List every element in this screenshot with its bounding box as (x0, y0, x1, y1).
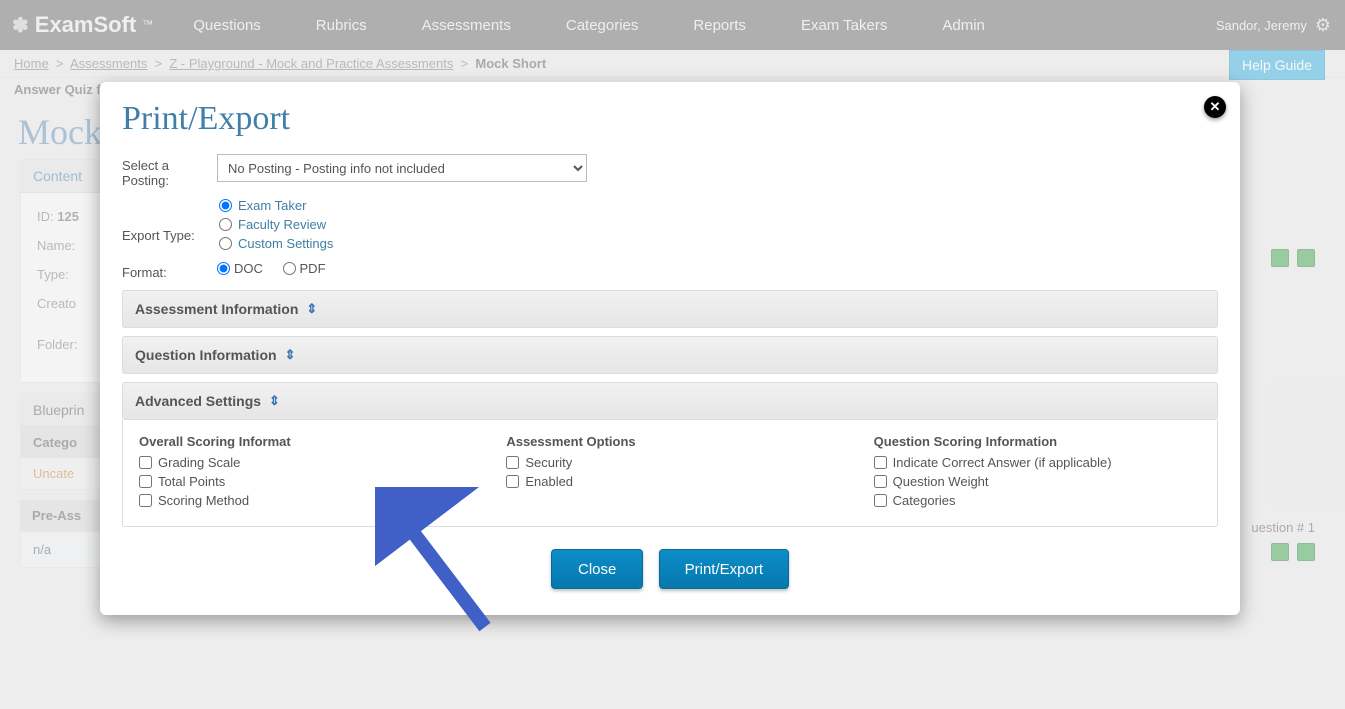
modal-title: Print/Export (122, 100, 1218, 138)
format-label: Format: (122, 261, 217, 280)
collapse-icon: ⇕ (306, 301, 317, 317)
chk-enabled[interactable]: Enabled (506, 474, 833, 489)
close-button[interactable]: Close (551, 549, 643, 589)
export-type-exam[interactable]: Exam Taker (219, 198, 1218, 213)
section-advanced-settings[interactable]: Advanced Settings ⇕ (122, 382, 1218, 420)
print-export-button[interactable]: Print/Export (659, 549, 789, 589)
chk-question-weight[interactable]: Question Weight (874, 474, 1201, 489)
posting-select[interactable]: No Posting - Posting info not included (217, 154, 587, 182)
overall-scoring-col: Overall Scoring Informat Grading Scale T… (139, 434, 466, 512)
export-type-faculty[interactable]: Faculty Review (219, 217, 1218, 232)
posting-label: Select a Posting: (122, 154, 217, 188)
advanced-settings-body: Overall Scoring Informat Grading Scale T… (122, 420, 1218, 527)
format-doc[interactable]: DOC (217, 261, 263, 276)
format-pdf[interactable]: PDF (283, 261, 326, 276)
collapse-icon: ⇕ (285, 347, 296, 363)
close-icon[interactable]: ✕ (1204, 96, 1226, 118)
section-assessment-info[interactable]: Assessment Information ⇕ (122, 290, 1218, 328)
chk-categories[interactable]: Categories (874, 493, 1201, 508)
chk-total-points[interactable]: Total Points (139, 474, 466, 489)
chk-indicate-correct[interactable]: Indicate Correct Answer (if applicable) (874, 455, 1201, 470)
export-type-custom[interactable]: Custom Settings (219, 236, 1218, 251)
export-type-label: Export Type: (122, 206, 217, 243)
question-scoring-col: Question Scoring Information Indicate Co… (874, 434, 1201, 512)
collapse-icon: ⇕ (269, 393, 280, 409)
chk-scoring-method[interactable]: Scoring Method (139, 493, 466, 508)
chk-grading-scale[interactable]: Grading Scale (139, 455, 466, 470)
chk-security[interactable]: Security (506, 455, 833, 470)
section-question-info[interactable]: Question Information ⇕ (122, 336, 1218, 374)
assessment-options-col: Assessment Options Security Enabled (506, 434, 833, 512)
print-export-modal: ✕ Print/Export Select a Posting: No Post… (100, 82, 1240, 615)
